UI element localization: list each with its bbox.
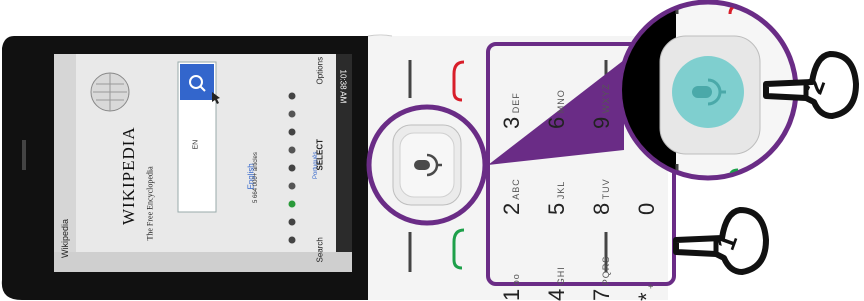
key-letters: GHI	[556, 266, 566, 289]
phone-screen	[54, 54, 352, 272]
key-letters: PQRS	[601, 255, 611, 289]
key-digit: 2	[499, 202, 524, 215]
key-letters: oo	[511, 273, 521, 289]
key-digit: 6	[544, 116, 569, 129]
keypad-key-5[interactable]: 5 JKL	[544, 143, 570, 215]
key-letters: JKL	[556, 180, 566, 203]
status-time: 10:38 AM	[338, 69, 348, 104]
mic-key-zoomed[interactable]	[659, 35, 761, 155]
keypad-key-1[interactable]: 1 oo	[499, 229, 525, 301]
earpiece-slot	[22, 140, 26, 170]
wikipedia-logo-subtitle: The Free Encyclopedia	[145, 166, 155, 241]
key-digit: 0	[634, 202, 659, 215]
key-letters: ABC	[511, 178, 521, 203]
search-language: EN	[192, 139, 200, 150]
key-digit: 4	[544, 288, 569, 301]
keypad-key-0[interactable]: 0	[634, 143, 660, 215]
keypad-key-9[interactable]: 9 WXYZ	[589, 57, 615, 129]
key-digit: 7	[589, 288, 614, 301]
keypad-key-2[interactable]: 2 ABC	[499, 143, 525, 215]
key-digit: 8	[589, 202, 614, 215]
keypad-key-7[interactable]: 7 PQRS	[589, 229, 615, 301]
key-digit: 9	[589, 116, 614, 129]
key-digit: 1	[499, 288, 524, 301]
keypad-key-8[interactable]: 8 TUV	[589, 143, 615, 215]
softkey-right[interactable]: Options	[316, 45, 325, 85]
keypad-key-6[interactable]: 6 MNO	[544, 57, 570, 129]
browser-title: Wikipedia	[60, 218, 70, 258]
keypad-key-3[interactable]: 3 DEF	[499, 57, 525, 129]
key-letters: +	[646, 282, 656, 293]
key-letters: TUV	[601, 178, 611, 203]
mic-key[interactable]	[392, 124, 462, 206]
keypad-key-star[interactable]: * +	[634, 229, 660, 301]
keypad-key-4[interactable]: 4 GHI	[544, 229, 570, 301]
key-digit: 3	[499, 116, 524, 129]
wikipedia-globe-icon	[90, 72, 130, 112]
softkey-bar	[54, 252, 352, 272]
key-letters: DEF	[511, 92, 521, 117]
softkey-left[interactable]: Search	[316, 223, 325, 262]
softkey-center[interactable]: SELECT	[316, 131, 325, 171]
language-icons-row	[288, 92, 296, 244]
key-digit: 5	[544, 202, 569, 215]
search-button[interactable]	[180, 64, 214, 100]
article-count: 5 664 000+ articles	[253, 152, 259, 203]
wikipedia-logo-title: Wikipedia	[119, 126, 138, 225]
key-letters: WXYZ	[601, 83, 611, 117]
key-letters: MNO	[556, 89, 566, 117]
